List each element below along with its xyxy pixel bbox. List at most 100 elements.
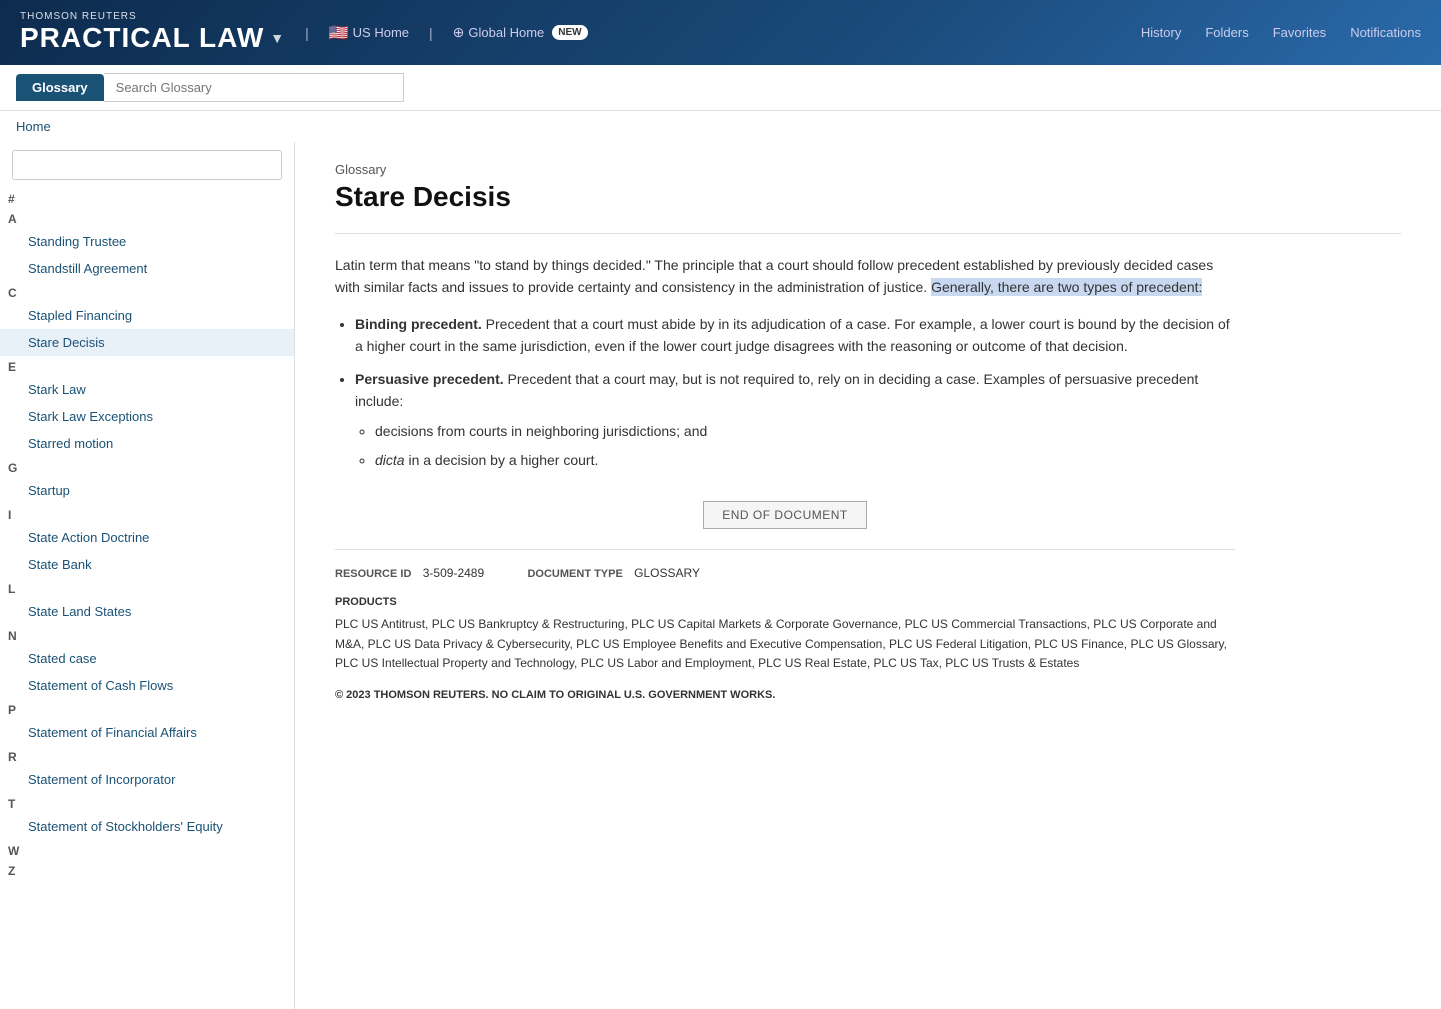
sidebar-item-statement-of-cash-flows[interactable]: Statement of Cash Flows [0,672,294,699]
brand-top: THOMSON REUTERS [20,11,285,22]
alpha-section-c: C [0,282,294,302]
alpha-label-n: N [0,625,294,645]
metadata-row-resource: RESOURCE ID 3-509-2489 DOCUMENT TYPE GLO… [335,564,1235,584]
products-label: PRODUCTS [335,594,1235,612]
end-of-document-button: END OF DOCUMENT [703,501,867,529]
content-sub-bullet-2: dicta in a decision by a higher court. [375,449,1235,471]
sidebar-scroll-indicator [12,150,282,180]
copyright-text: © 2023 THOMSON REUTERS. NO CLAIM TO ORIG… [335,687,1235,705]
sidebar-item-standing-trustee[interactable]: Standing Trustee [0,228,294,255]
content-sub-bullet-1: decisions from courts in neighboring jur… [375,420,1235,442]
metadata-row-products: PRODUCTS PLC US Antitrust, PLC US Bankru… [335,594,1235,673]
sidebar-item-stare-decisis[interactable]: Stare Decisis [0,329,294,356]
us-home-label: US Home [353,25,409,40]
sidebar-item-stated-case[interactable]: Stated case [0,645,294,672]
alpha-label-t: T [0,793,294,813]
alpha-section-g: G [0,457,294,477]
alpha-label-z: Z [0,860,294,880]
main-layout: # A Standing Trustee Standstill Agreemen… [0,142,1441,1009]
content-area: Glossary Stare Decisis Latin term that m… [295,142,1441,1009]
brand: THOMSON REUTERS PRACTICAL LAW ▼ [20,11,285,54]
sidebar-item-state-bank[interactable]: State Bank [0,551,294,578]
alpha-section-w: W [0,840,294,860]
alpha-label-i: I [0,504,294,524]
content-divider [335,233,1401,234]
sidebar-item-stark-law-exceptions[interactable]: Stark Law Exceptions [0,403,294,430]
alpha-label-c: C [0,282,294,302]
breadcrumb[interactable]: Home [0,111,1441,142]
alpha-section-n: N [0,625,294,645]
alpha-label-w: W [0,840,294,860]
sub-bullet-2-rest: in a decision by a higher court. [405,452,599,468]
sidebar-item-statement-of-incorporator[interactable]: Statement of Incorporator [0,766,294,793]
alpha-section-e: E [0,356,294,376]
products-text: PLC US Antitrust, PLC US Bankruptcy & Re… [335,617,1227,669]
alpha-label-a: A [0,208,294,228]
notifications-link[interactable]: Notifications [1350,25,1421,40]
alpha-label-p: P [0,699,294,719]
sidebar-item-standstill-agreement[interactable]: Standstill Agreement [0,255,294,282]
sidebar-item-state-land-states[interactable]: State Land States [0,598,294,625]
sidebar-item-statement-of-stockholders-equity[interactable]: Statement of Stockholders' Equity [0,813,294,840]
content-bullet-persuasive: Persuasive precedent. Precedent that a c… [355,368,1235,472]
sidebar-item-stark-law[interactable]: Stark Law [0,376,294,403]
alpha-section-z: Z [0,860,294,880]
content-main-list: Binding precedent. Precedent that a cour… [355,313,1235,471]
header-right: History Folders Favorites Notifications [1141,25,1421,40]
brand-dropdown-icon[interactable]: ▼ [270,30,285,46]
doc-type-value: GLOSSARY [634,566,700,580]
us-flag-icon: 🇺🇸 [329,23,349,43]
sidebar-item-stapled-financing[interactable]: Stapled Financing [0,302,294,329]
end-of-document-section: END OF DOCUMENT [335,501,1235,529]
content-intro-paragraph: Latin term that means "to stand by thing… [335,254,1235,299]
sidebar-item-state-action-doctrine[interactable]: State Action Doctrine [0,524,294,551]
global-home-link[interactable]: ⊕ Global Home NEW [453,24,588,41]
alpha-section-a: A [0,208,294,228]
glossary-tab[interactable]: Glossary [16,74,104,101]
metadata-section: RESOURCE ID 3-509-2489 DOCUMENT TYPE GLO… [335,549,1235,704]
favorites-link[interactable]: Favorites [1273,25,1326,40]
search-input[interactable] [104,73,404,102]
alpha-section-i: I [0,504,294,524]
header-left: THOMSON REUTERS PRACTICAL LAW ▼ | 🇺🇸 US … [20,11,588,54]
brand-bottom: PRACTICAL LAW ▼ [20,22,285,54]
sidebar-item-startup[interactable]: Startup [0,477,294,504]
new-badge: NEW [552,25,587,40]
alpha-section-r: R [0,746,294,766]
global-home-label: Global Home [468,25,544,40]
alpha-label-hash: # [0,188,294,208]
nav-divider-1: | [305,25,309,41]
alpha-label-g: G [0,457,294,477]
binding-precedent-text: Precedent that a court must abide by in … [355,316,1230,354]
alpha-label-e: E [0,356,294,376]
us-home-link[interactable]: 🇺🇸 US Home [329,23,409,43]
alpha-section-hash: # [0,188,294,208]
sidebar: # A Standing Trustee Standstill Agreemen… [0,142,295,1009]
doc-type-label: DOCUMENT TYPE [527,568,622,580]
resource-id-label: RESOURCE ID [335,568,411,580]
globe-icon: ⊕ [453,24,465,41]
alpha-label-r: R [0,746,294,766]
content-title: Stare Decisis [335,181,1401,213]
content-section-label: Glossary [335,162,1401,177]
history-link[interactable]: History [1141,25,1181,40]
brand-name: PRACTICAL LAW [20,22,264,54]
binding-precedent-title: Binding precedent. [355,316,482,332]
nav-divider-2: | [429,25,433,41]
resource-id-value: 3-509-2489 [423,566,484,580]
content-sub-list: decisions from courts in neighboring jur… [375,420,1235,471]
content-highlight: Generally, there are two types of preced… [931,278,1202,296]
sidebar-item-statement-of-financial-affairs[interactable]: Statement of Financial Affairs [0,719,294,746]
header: THOMSON REUTERS PRACTICAL LAW ▼ | 🇺🇸 US … [0,0,1441,65]
alpha-section-l: L [0,578,294,598]
persuasive-precedent-title: Persuasive precedent. [355,371,504,387]
alpha-section-t: T [0,793,294,813]
folders-link[interactable]: Folders [1205,25,1248,40]
sidebar-item-starred-motion[interactable]: Starred motion [0,430,294,457]
content-body: Latin term that means "to stand by thing… [335,254,1235,704]
search-bar: Glossary [0,65,1441,111]
alpha-section-p: P [0,699,294,719]
alpha-label-l: L [0,578,294,598]
content-bullet-binding: Binding precedent. Precedent that a cour… [355,313,1235,358]
dicta-text: dicta [375,452,405,468]
